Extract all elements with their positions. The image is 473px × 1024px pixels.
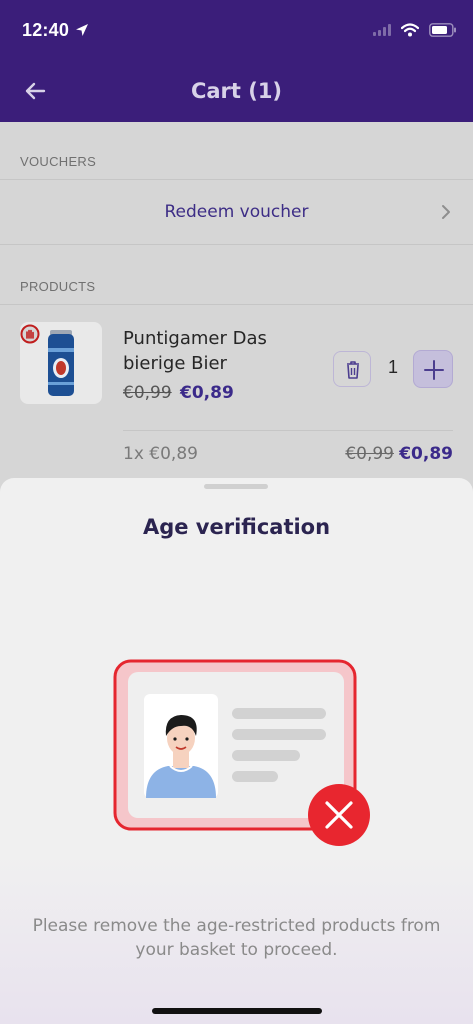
product-price-old: €0,99 bbox=[123, 383, 172, 403]
wifi-icon bbox=[401, 23, 419, 37]
sheet-grab-handle[interactable] bbox=[204, 484, 268, 489]
increase-quantity-button[interactable] bbox=[413, 350, 453, 388]
product-price-new: €0,89 bbox=[180, 383, 234, 403]
divider bbox=[0, 244, 473, 245]
navigation-bar: Cart (1) bbox=[0, 66, 473, 116]
summary-price-old: €0,99 bbox=[345, 444, 394, 464]
products-section-label: PRODUCTS bbox=[20, 279, 96, 294]
age-restriction-message: Please remove the age-restricted product… bbox=[32, 916, 441, 960]
location-arrow-icon bbox=[76, 24, 89, 36]
vouchers-section-label: VOUCHERS bbox=[20, 154, 97, 169]
back-arrow-icon[interactable] bbox=[20, 76, 50, 106]
quantity-stepper: 1 bbox=[333, 349, 453, 389]
age-restriction-icon bbox=[20, 324, 40, 344]
trash-icon bbox=[347, 361, 359, 379]
home-indicator bbox=[152, 1008, 322, 1014]
battery-icon bbox=[429, 23, 456, 37]
page-title: Cart (1) bbox=[190, 79, 283, 103]
status-bar: 12:40 bbox=[22, 18, 457, 42]
divider bbox=[0, 304, 473, 305]
quantity-value: 1 bbox=[387, 357, 398, 377]
signal-icon bbox=[373, 24, 391, 36]
close-x-icon bbox=[308, 784, 370, 846]
summary-quantity: 1x €0,89 bbox=[123, 444, 198, 464]
status-time: 12:40 bbox=[22, 19, 70, 40]
summary-price-new: €0,89 bbox=[399, 444, 453, 464]
product-name: Puntigamer Das bierige Bier bbox=[123, 328, 267, 374]
redeem-voucher-label: Redeem voucher bbox=[164, 202, 309, 222]
age-verification-sheet: Age verification Please remove the age-r… bbox=[0, 478, 473, 1024]
chevron-right-icon bbox=[442, 205, 450, 219]
redeem-voucher-row[interactable]: Redeem voucher bbox=[0, 180, 473, 244]
app-header: 12:40 Cart (1) bbox=[0, 0, 473, 122]
sheet-title: Age verification bbox=[142, 515, 331, 539]
id-card-icon bbox=[113, 659, 370, 846]
remove-item-button[interactable] bbox=[333, 351, 371, 387]
plus-icon bbox=[424, 360, 444, 380]
divider bbox=[123, 430, 453, 431]
